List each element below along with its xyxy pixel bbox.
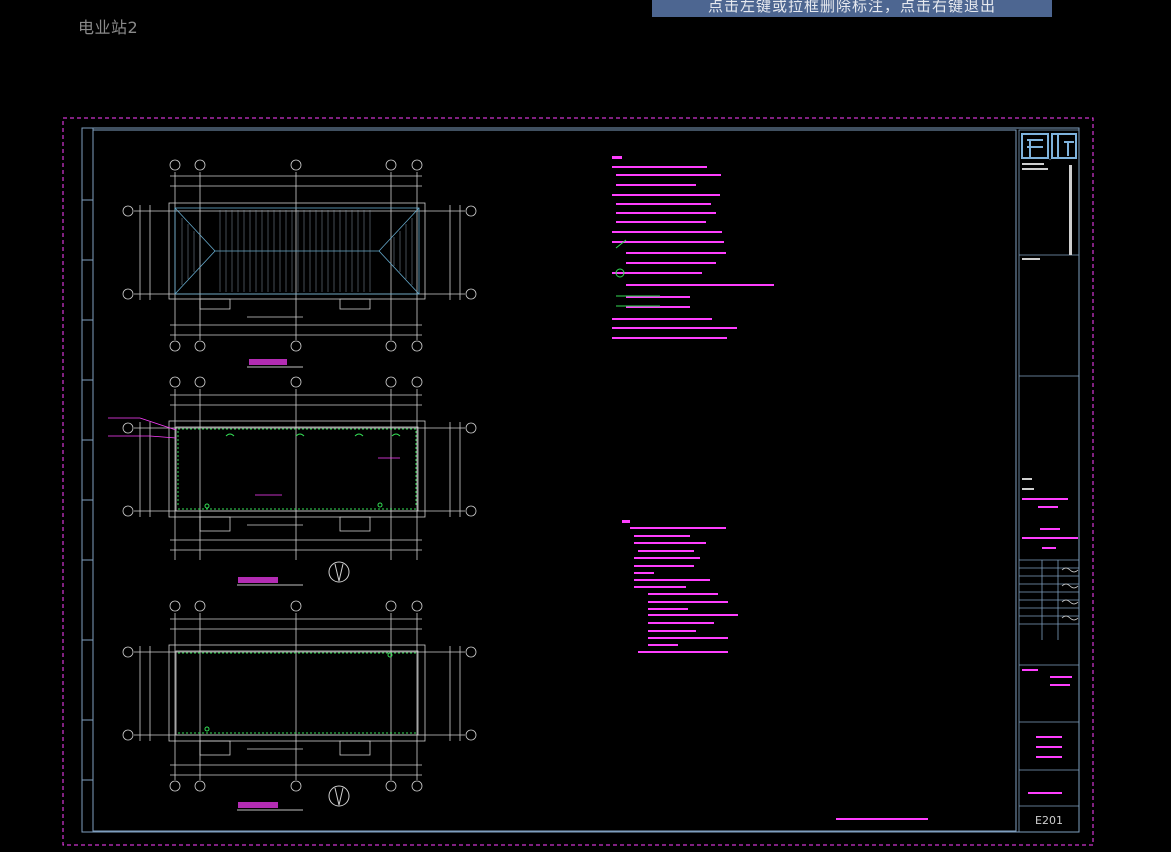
roof-plan-caption <box>249 359 287 365</box>
lighting-plan-caption <box>238 577 278 583</box>
sheet-inner-frame <box>81 127 1080 833</box>
footer-note <box>836 818 928 820</box>
north-arrow-icon-2 <box>328 785 350 807</box>
title-block-text <box>1022 163 1072 490</box>
sheet-outer-frame <box>62 117 1094 846</box>
drawing-area-frame <box>92 129 1017 832</box>
north-arrow-icon <box>328 561 350 583</box>
lighting-plan-leaders <box>108 417 400 496</box>
left-strip <box>82 199 93 781</box>
legend-notes-block <box>622 520 738 653</box>
axis-bubbles-top-1 <box>122 159 477 352</box>
drawing-number: E201 <box>1035 814 1063 827</box>
socket-plan-caption <box>238 802 278 808</box>
socket-plan <box>122 600 477 811</box>
lighting-plan-wiring <box>177 428 417 510</box>
socket-plan-wiring <box>178 652 416 734</box>
lighting-plan <box>122 376 477 586</box>
design-notes-block <box>612 156 774 339</box>
building-logo-icon <box>1021 133 1077 159</box>
roof-plan <box>122 159 477 368</box>
title-block-project-text <box>1022 498 1078 794</box>
cad-drawing-canvas[interactable]: 原构 E201 <box>0 0 1171 852</box>
logo-text: 原构 <box>1049 158 1051 161</box>
